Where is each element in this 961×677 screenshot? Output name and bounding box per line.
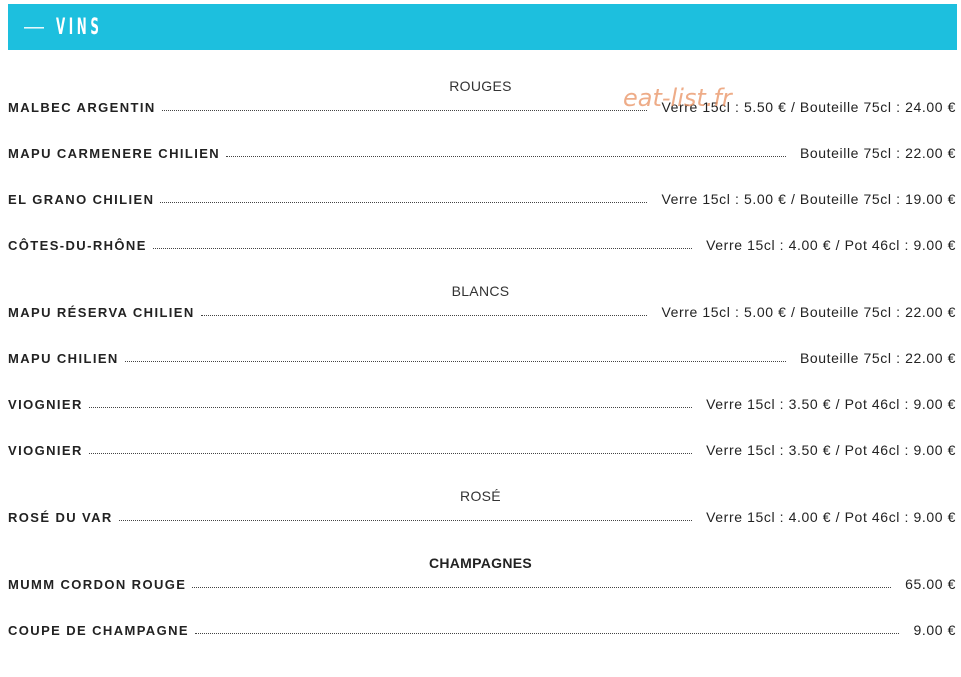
dotted-leader	[152, 247, 693, 249]
header-title: VINS	[56, 14, 103, 40]
item-name: MALBEC ARGENTIN	[8, 99, 156, 115]
item-name: MAPU CARMENERE CHILIEN	[8, 145, 221, 161]
menu-item: COUPE DE CHAMPAGNE 9.00 €	[8, 620, 956, 640]
item-name: VIOGNIER	[8, 442, 83, 458]
item-price: Verre 15cl : 4.00 € / Pot 46cl : 9.00 €	[706, 237, 956, 253]
dotted-leader	[88, 406, 693, 408]
item-name: MAPU RÉSERVA CHILIEN	[8, 304, 195, 320]
dotted-leader	[226, 155, 786, 157]
menu-item: EL GRANO CHILIEN Verre 15cl : 5.00 € / B…	[8, 189, 956, 209]
item-name: VIOGNIER	[8, 396, 83, 412]
item-name: MAPU CHILIEN	[8, 350, 119, 366]
dotted-leader	[192, 586, 892, 588]
item-price: 9.00 €	[913, 622, 956, 638]
section-title-blancs: BLANCS	[451, 283, 510, 299]
item-name: MUMM CORDON ROUGE	[8, 576, 187, 592]
menu-item: MAPU CHILIEN Bouteille 75cl : 22.00 €	[8, 348, 956, 368]
dotted-leader	[160, 201, 648, 203]
item-name: COUPE DE CHAMPAGNE	[8, 622, 189, 638]
item-name: EL GRANO CHILIEN	[8, 191, 155, 207]
menu-item: MALBEC ARGENTIN Verre 15cl : 5.50 € / Bo…	[8, 97, 956, 117]
item-price: Verre 15cl : 3.50 € / Pot 46cl : 9.00 €	[706, 442, 956, 458]
watermark-text: eat-list.fr	[623, 84, 732, 112]
section-title-champagnes: CHAMPAGNES	[428, 555, 533, 571]
dotted-leader	[88, 452, 693, 454]
item-name: CÔTES-DU-RHÔNE	[8, 237, 147, 253]
menu-item: VIOGNIER Verre 15cl : 3.50 € / Pot 46cl …	[8, 394, 956, 414]
menu-item: MUMM CORDON ROUGE 65.00 €	[8, 574, 956, 594]
item-price: Verre 15cl : 5.00 € / Bouteille 75cl : 1…	[661, 191, 956, 207]
menu-item: CÔTES-DU-RHÔNE Verre 15cl : 4.00 € / Pot…	[8, 235, 956, 255]
dotted-leader	[200, 314, 648, 316]
dotted-leader	[194, 632, 900, 634]
item-price: 65.00 €	[905, 576, 956, 592]
item-price: Bouteille 75cl : 22.00 €	[799, 350, 956, 366]
menu-item: ROSÉ DU VAR Verre 15cl : 4.00 € / Pot 46…	[8, 507, 956, 527]
dotted-leader	[124, 360, 786, 362]
menu-item: MAPU CARMENERE CHILIEN Bouteille 75cl : …	[8, 143, 956, 163]
menu-item: VIOGNIER Verre 15cl : 3.50 € / Pot 46cl …	[8, 440, 956, 460]
section-header-vins[interactable]: — VINS	[8, 4, 957, 50]
dotted-leader	[161, 109, 648, 111]
item-price: Verre 15cl : 3.50 € / Pot 46cl : 9.00 €	[706, 396, 956, 412]
collapse-dash-icon[interactable]: —	[24, 17, 44, 37]
menu-item: MAPU RÉSERVA CHILIEN Verre 15cl : 5.00 €…	[8, 302, 956, 322]
item-price: Verre 15cl : 4.00 € / Pot 46cl : 9.00 €	[706, 509, 956, 525]
item-price: Bouteille 75cl : 22.00 €	[799, 145, 956, 161]
section-title-rose: ROSÉ	[460, 488, 501, 504]
item-price: Verre 15cl : 5.00 € / Bouteille 75cl : 2…	[661, 304, 956, 320]
item-name: ROSÉ DU VAR	[8, 509, 113, 525]
section-title-rouges: ROUGES	[449, 78, 512, 94]
dotted-leader	[118, 519, 693, 521]
